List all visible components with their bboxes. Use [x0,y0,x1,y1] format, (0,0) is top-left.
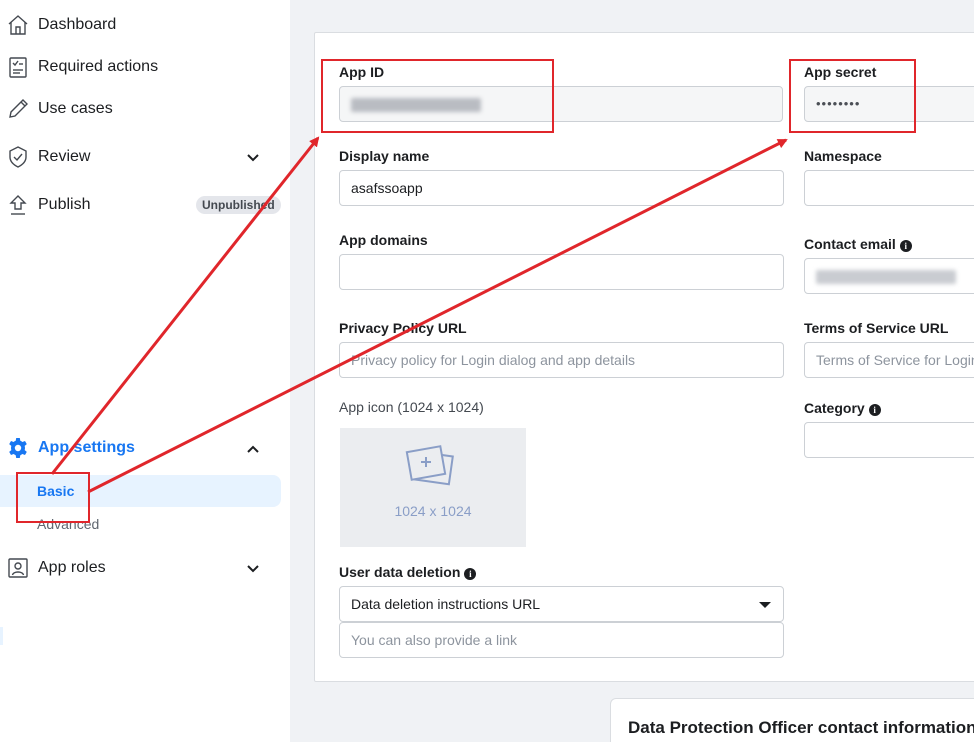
redacted-app-id [351,98,481,113]
contact-email-label-text: Contact email [804,236,896,252]
category-field[interactable] [804,422,974,458]
sidebar-item-app-roles[interactable]: App roles [0,550,290,586]
app-id-field[interactable] [339,86,783,122]
sidebar-item-label: Required actions [38,58,159,75]
terms-of-service-label: Terms of Service URL [804,320,949,336]
terms-of-service-field[interactable]: Terms of Service for Login [804,342,974,378]
category-label: Category i [804,400,881,416]
display-name-label: Display name [339,148,430,164]
sidebar: Dashboard Required actions Use cases Rev… [0,0,290,742]
shield-check-icon [9,146,27,168]
app-icon-label: App icon (1024 x 1024) [339,399,484,415]
namespace-field[interactable] [804,170,974,206]
sidebar-item-label: App roles [38,559,106,576]
status-badge: Unpublished [196,196,281,214]
category-label-text: Category [804,400,865,416]
info-icon[interactable]: i [899,240,912,252]
gear-icon [9,438,27,458]
sidebar-item-use-cases[interactable]: Use cases [0,91,290,127]
app-secret-label: App secret [804,64,877,80]
info-icon[interactable]: i [464,568,477,580]
display-name-field[interactable]: asafssoapp [339,170,784,206]
sidebar-item-label: App settings [38,439,135,456]
sidebar-item-dashboard[interactable]: Dashboard [0,7,290,43]
privacy-policy-label: Privacy Policy URL [339,320,467,336]
dropdown-caret-icon [759,602,771,608]
chevron-down-icon[interactable] [246,151,260,165]
app-icon-placeholder: 1024 x 1024 [394,503,472,519]
basic-settings-card: App ID App secret •••••••• Display name … [314,32,974,682]
user-data-deletion-label-text: User data deletion [339,564,461,580]
sidebar-subitem-advanced[interactable]: Advanced [0,508,281,540]
sidebar-item-app-settings[interactable]: App settings [0,430,290,466]
dpo-contact-card: Data Protection Officer contact informat… [610,698,974,742]
terms-of-service-placeholder: Terms of Service for Login [816,352,974,368]
app-secret-value: •••••••• [816,96,861,112]
section-title: Data Protection Officer contact informat… [628,718,974,737]
id-badge-icon [8,558,28,578]
app-domains-label: App domains [339,232,428,248]
sidebar-item-required-actions[interactable]: Required actions [0,49,290,85]
chevron-up-icon[interactable] [246,442,260,456]
redacted-email [816,270,956,285]
privacy-policy-placeholder: Privacy policy for Login dialog and app … [351,352,636,368]
checklist-icon [9,57,27,78]
deletion-link-placeholder: You can also provide a link [351,632,518,648]
home-icon [8,15,28,35]
scroll-indicator [0,627,3,645]
display-name-value: asafssoapp [351,180,423,196]
upload-icon [9,195,27,215]
deletion-method-select[interactable]: Data deletion instructions URL [339,586,784,622]
sidebar-item-publish[interactable]: Publish Unpublished [0,187,290,223]
deletion-link-field[interactable]: You can also provide a link [339,622,784,658]
pencil-icon [9,99,28,118]
contact-email-label: Contact email i [804,236,912,252]
sidebar-item-label: Dashboard [38,16,117,33]
app-id-label: App ID [339,64,385,80]
namespace-label: Namespace [804,148,882,164]
app-icon-upload[interactable]: 1024 x 1024 [340,428,526,547]
info-icon[interactable]: i [868,404,881,416]
deletion-select-value: Data deletion instructions URL [351,596,541,612]
image-placeholder-icon [405,445,454,486]
chevron-down-icon[interactable] [246,562,260,576]
privacy-policy-field[interactable]: Privacy policy for Login dialog and app … [339,342,784,378]
contact-email-field[interactable] [804,258,974,294]
app-domains-field[interactable] [339,254,784,290]
sidebar-item-label: Use cases [38,100,113,117]
app-secret-field[interactable]: •••••••• [804,86,974,122]
sidebar-item-review[interactable]: Review [0,139,290,175]
sidebar-subitem-basic[interactable]: Basic [0,475,281,507]
sidebar-item-label: Review [38,148,91,165]
user-data-deletion-label: User data deletion i [339,564,477,580]
sidebar-item-label: Publish [38,196,91,213]
